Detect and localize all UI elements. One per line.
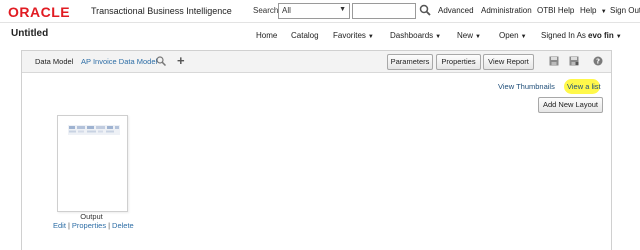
new-menu[interactable]: New ▼: [457, 31, 481, 40]
properties-button[interactable]: Properties: [436, 54, 481, 70]
help-label: Help: [580, 6, 597, 15]
layout-name: Output: [80, 212, 103, 221]
search-icon[interactable]: [419, 4, 431, 16]
save-as-icon[interactable]: [569, 56, 579, 66]
layout-thumbnail[interactable]: [57, 115, 128, 212]
help-icon[interactable]: ?: [593, 56, 603, 66]
dashboards-label: Dashboards: [390, 31, 434, 40]
delete-layout-link[interactable]: Delete: [112, 221, 134, 230]
global-header: ORACLE Transactional Business Intelligen…: [0, 0, 640, 23]
add-new-layout-button[interactable]: Add New Layout: [538, 97, 603, 113]
save-icon[interactable]: [549, 56, 559, 66]
open-label: Open: [499, 31, 519, 40]
view-report-button[interactable]: View Report: [483, 54, 534, 70]
administration-link[interactable]: Administration: [481, 6, 532, 15]
chevron-down-icon: ▼: [475, 34, 481, 40]
product-name: Transactional Business Intelligence: [91, 6, 232, 16]
report-editor-panel: Data Model AP Invoice Data Model + Param…: [21, 50, 612, 250]
separator: |: [108, 221, 111, 230]
advanced-link[interactable]: Advanced: [438, 6, 474, 15]
open-menu[interactable]: Open ▼: [499, 31, 527, 40]
oracle-logo: ORACLE: [8, 4, 71, 20]
data-model-label: Data Model: [35, 57, 74, 66]
layout-preview-image: [68, 125, 120, 135]
search-scope-select[interactable]: All ▼: [278, 3, 350, 19]
search-scope-value: All: [282, 6, 291, 15]
chevron-down-icon: ▼: [367, 34, 374, 40]
search-icon[interactable]: [156, 56, 166, 66]
chevron-down-icon: ▼: [600, 9, 607, 15]
editor-toolbar: Data Model AP Invoice Data Model + Param…: [22, 51, 611, 73]
edit-layout-link[interactable]: Edit: [53, 221, 66, 230]
new-label: New: [457, 31, 474, 40]
chevron-down-icon: ▼: [339, 6, 346, 13]
data-model-link[interactable]: AP Invoice Data Model: [81, 57, 157, 66]
catalog-link[interactable]: Catalog: [291, 31, 319, 40]
signed-in-as-label: Signed In As: [541, 31, 586, 40]
separator: |: [67, 221, 70, 230]
chevron-down-icon: ▼: [435, 34, 442, 40]
favorites-label: Favorites: [333, 31, 366, 40]
user-name: evo fin: [588, 31, 614, 40]
application-nav: Untitled Home Catalog Favorites ▼ Dashboa…: [0, 23, 640, 45]
view-thumbnails-link[interactable]: View Thumbnails: [498, 82, 555, 91]
parameters-button[interactable]: Parameters: [387, 54, 433, 70]
layout-actions: Edit | Properties | Delete: [53, 221, 134, 230]
favorites-menu[interactable]: Favorites ▼: [333, 31, 374, 40]
user-menu[interactable]: evo fin ▼: [588, 31, 622, 40]
add-icon[interactable]: +: [177, 53, 185, 68]
svg-text:?: ?: [596, 58, 600, 66]
search-label: Search: [253, 6, 279, 15]
layout-properties-link[interactable]: Properties: [72, 221, 106, 230]
search-input[interactable]: [352, 3, 416, 19]
sign-out-link[interactable]: Sign Out: [610, 6, 640, 15]
home-link[interactable]: Home: [256, 31, 277, 40]
chevron-down-icon: ▼: [520, 34, 527, 40]
view-list-link[interactable]: View a list: [567, 82, 601, 91]
help-menu[interactable]: Help ▼: [580, 6, 607, 15]
chevron-down-icon: ▼: [615, 34, 622, 40]
page-title: Untitled: [11, 28, 49, 39]
dashboards-menu[interactable]: Dashboards ▼: [390, 31, 441, 40]
otbi-help-link[interactable]: OTBI Help: [537, 6, 574, 15]
